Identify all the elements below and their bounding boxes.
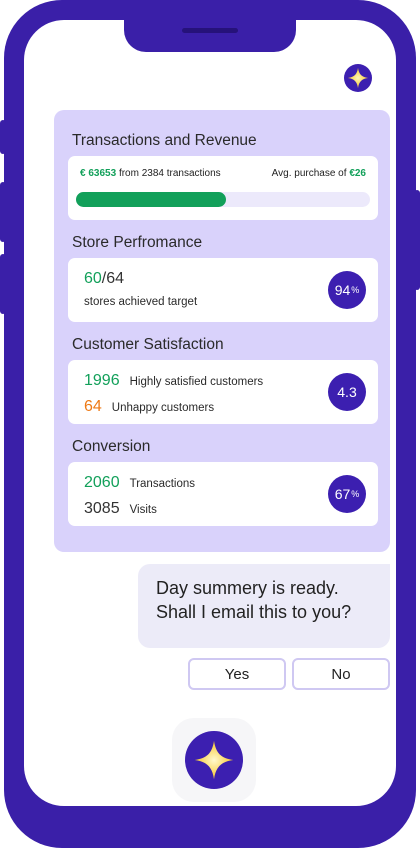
satisfaction-card: 1996 Highly satisfied customers 64 Unhap… (68, 360, 378, 424)
stores-achieved: 60 (84, 270, 102, 287)
notch (124, 20, 296, 52)
no-button[interactable]: No (292, 658, 390, 690)
store-percent-badge: 94% (328, 271, 366, 309)
revenue-value: € 63653 (80, 168, 117, 179)
store-card: 60/64 stores achieved target 94% (68, 258, 378, 322)
store-fraction: 60/64 (84, 270, 124, 288)
conversion-percent: 67 (334, 486, 351, 502)
revenue-progress-track (76, 192, 370, 207)
day-summary-panel: Transactions and Revenue € 63653 from 23… (54, 110, 390, 552)
message-line-1: Day summery is ready. (156, 578, 339, 598)
transactions-card: € 63653 from 2384 transactions Avg. purc… (68, 156, 378, 220)
happy-label: Highly satisfied customers (129, 376, 264, 388)
satisfaction-score-badge: 4.3 (328, 373, 366, 411)
unhappy-row: 64 Unhappy customers (84, 398, 214, 416)
yes-button[interactable]: Yes (188, 658, 286, 690)
sparkle-icon (347, 67, 369, 89)
conversion-title: Conversion (72, 438, 151, 455)
phone-frame: Transactions and Revenue € 63653 from 23… (4, 0, 416, 848)
visits-row: 3085 Visits (84, 500, 157, 518)
satisfaction-score: 4.3 (337, 384, 357, 400)
satisfaction-title: Customer Satisfaction (72, 336, 224, 353)
screen: Transactions and Revenue € 63653 from 23… (24, 20, 396, 806)
assistant-message-bubble: Day summery is ready. Shall I email this… (138, 564, 390, 648)
power-button (414, 190, 420, 290)
avg-purchase-label: Avg. purchase of (271, 168, 347, 179)
conversion-card: 2060 Transactions 3085 Visits 67% (68, 462, 378, 526)
store-percent: 94 (334, 282, 351, 298)
visits-count: 3085 (84, 500, 120, 517)
volume-up-button (0, 182, 6, 242)
transactions-title: Transactions and Revenue (72, 132, 257, 149)
store-caption: stores achieved target (84, 296, 198, 308)
sparkle-icon (194, 740, 234, 780)
conversion-transactions-count: 2060 (84, 474, 120, 491)
unhappy-label: Unhappy customers (111, 402, 215, 414)
volume-down-button (0, 254, 6, 314)
store-title: Store Perfromance (72, 234, 203, 251)
assistant-avatar[interactable] (344, 64, 372, 92)
avg-purchase: Avg. purchase of €26 (272, 168, 366, 179)
speaker (182, 28, 238, 33)
conversion-percent-badge: 67% (328, 475, 366, 513)
conversion-percent-sign: % (351, 489, 360, 499)
message-line-2: Shall I email this to you? (156, 602, 352, 622)
happy-count: 1996 (84, 372, 120, 389)
happy-row: 1996 Highly satisfied customers (84, 372, 263, 390)
conversion-transactions-label: Transactions (129, 478, 195, 490)
store-percent-sign: % (351, 285, 360, 295)
revenue-progress-fill (76, 192, 226, 207)
mute-switch (0, 120, 6, 154)
visits-label: Visits (129, 504, 157, 516)
unhappy-count: 64 (84, 398, 102, 415)
avg-purchase-value: €26 (349, 168, 366, 179)
transactions-count-text: from 2384 transactions (118, 168, 221, 179)
assistant-launcher[interactable] (172, 718, 256, 802)
assistant-launcher-avatar (185, 731, 243, 789)
stores-total: /64 (101, 270, 125, 287)
revenue-line: € 63653 from 2384 transactions (80, 168, 221, 179)
transactions-row: 2060 Transactions (84, 474, 195, 492)
